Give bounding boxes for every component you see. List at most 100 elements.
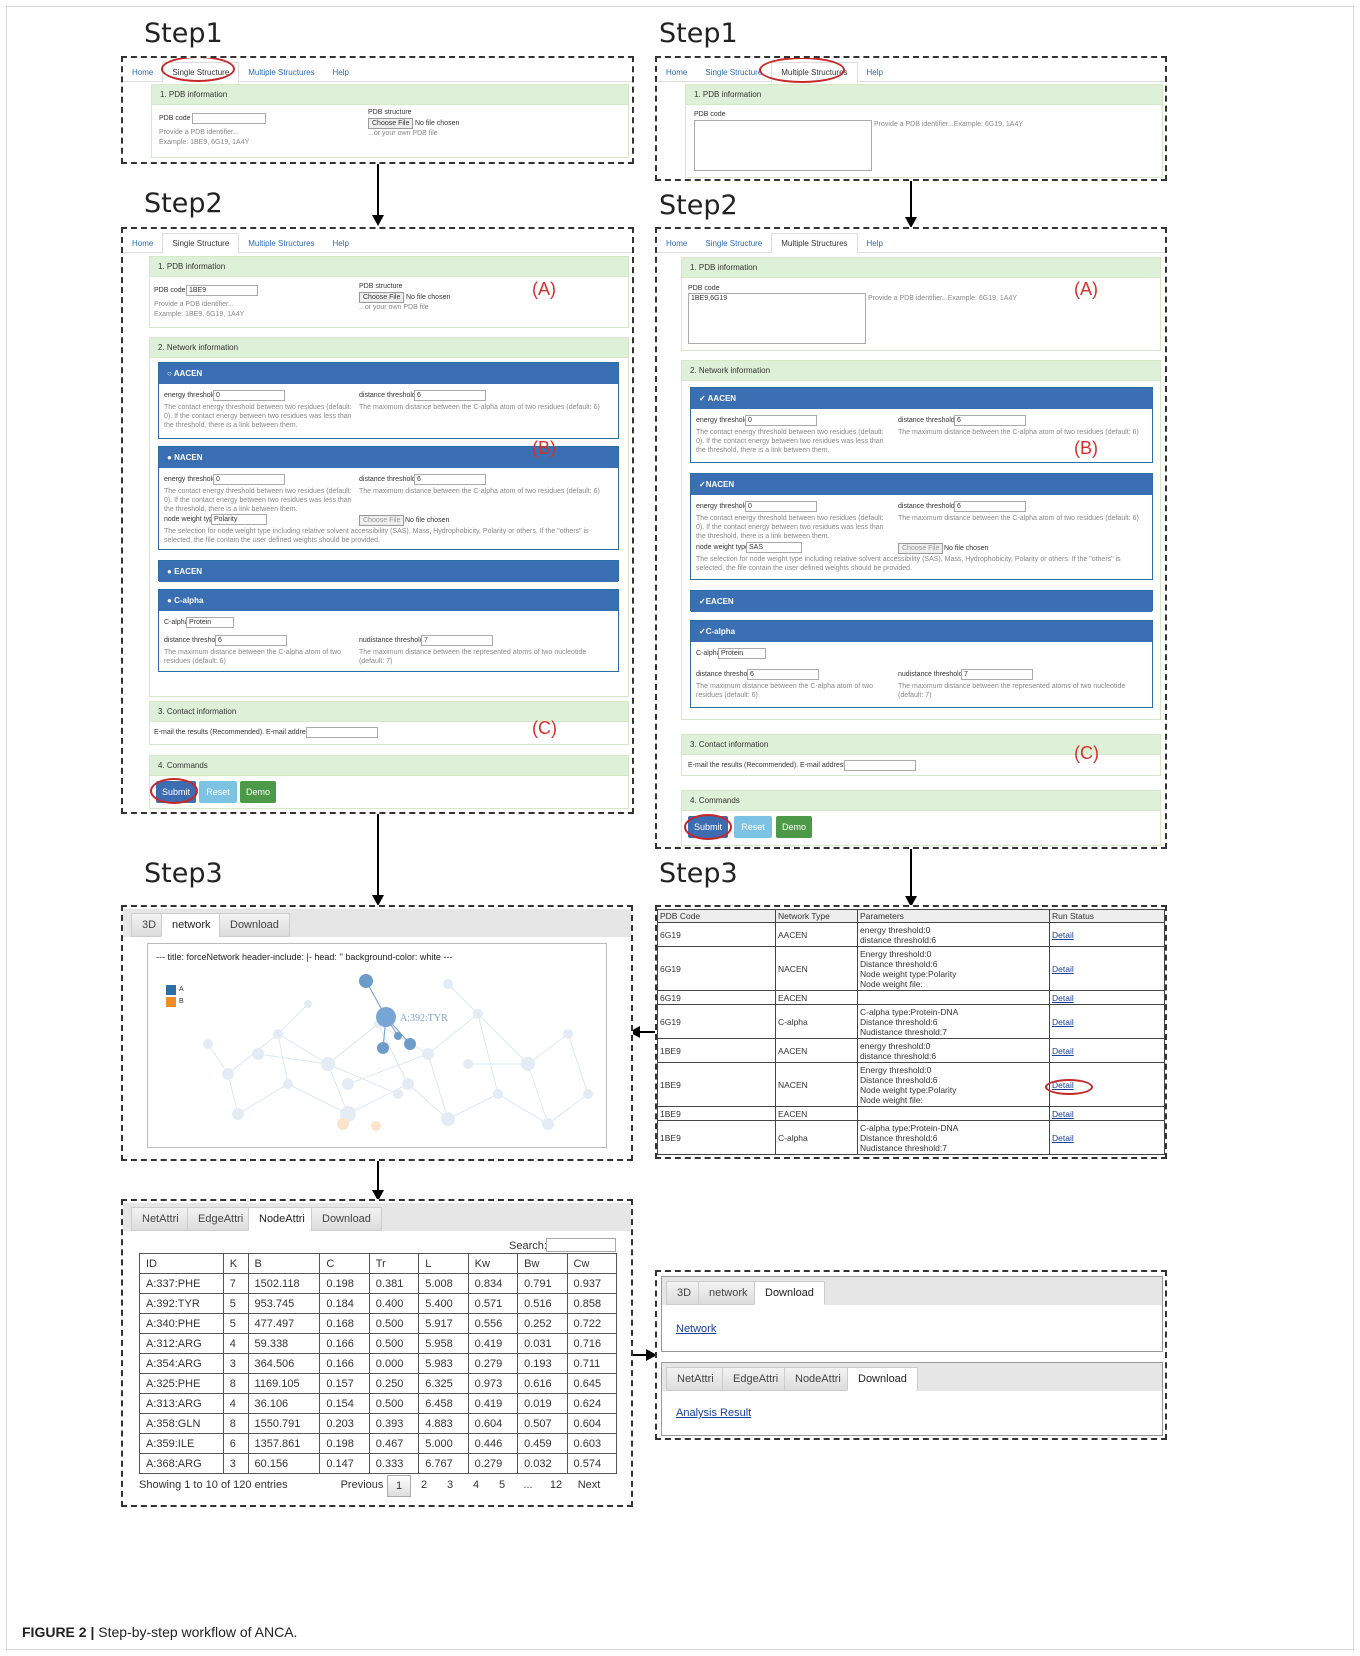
nudistance-input[interactable]: 7: [421, 635, 493, 646]
tab-network[interactable]: network: [161, 913, 222, 937]
column-header[interactable]: Cw: [566, 1253, 618, 1274]
table-cell: 5.917: [418, 1313, 469, 1334]
pagination-page[interactable]: 1: [387, 1475, 411, 1497]
column-header[interactable]: C: [319, 1253, 370, 1274]
tab-multiple-structures[interactable]: Multiple Structures: [239, 63, 323, 82]
tab-nodeattri[interactable]: NodeAttri: [784, 1367, 852, 1391]
node-weight-select[interactable]: Polarity: [211, 514, 267, 525]
eacen-header[interactable]: ✓EACEN: [691, 591, 1152, 612]
column-header[interactable]: ID: [139, 1253, 224, 1274]
tab-edgeattri[interactable]: EdgeAttri: [722, 1367, 790, 1391]
tab-netattri[interactable]: NetAttri: [666, 1367, 725, 1391]
calpha-header[interactable]: ● C-alpha: [159, 590, 618, 611]
tab-download[interactable]: Download: [847, 1367, 918, 1391]
aacen-header[interactable]: ✓ AACEN: [691, 388, 1152, 409]
tab-multiple-structures[interactable]: Multiple Structures: [239, 234, 323, 253]
energy-threshold-input[interactable]: 0: [745, 415, 817, 426]
column-header[interactable]: K: [222, 1253, 249, 1274]
tab-nodeattri[interactable]: NodeAttri: [248, 1207, 316, 1231]
pdb-hint: Provide a PDB identifier...Example: 6G19…: [868, 295, 1018, 302]
pagination-page[interactable]: 12: [541, 1475, 571, 1495]
detail-link[interactable]: Detail: [1052, 1133, 1074, 1143]
choose-file-button[interactable]: Choose File: [359, 515, 405, 526]
distance-threshold-input[interactable]: 6: [747, 669, 819, 680]
pagination-previous[interactable]: Previous: [337, 1475, 387, 1495]
table-cell: 4.883: [418, 1413, 469, 1434]
node-weight-select[interactable]: SAS: [746, 542, 802, 553]
calpha-type-select[interactable]: Protein: [186, 617, 234, 628]
table-cell: A:337:PHE: [139, 1273, 224, 1294]
tab-home[interactable]: Home: [657, 63, 696, 82]
tab-home[interactable]: Home: [123, 234, 162, 253]
choose-file-button[interactable]: Choose File: [898, 543, 944, 554]
table-row: A:325:PHE 8 1169.105 0.157 0.250 6.325 0.973 0.…: [139, 1373, 618, 1394]
column-header[interactable]: Tr: [368, 1253, 420, 1274]
table-row: A:354:ARG 3 364.506 0.166 0.000 5.983 0.279 0.1…: [139, 1353, 618, 1374]
column-header[interactable]: B: [247, 1253, 321, 1274]
pagination-page[interactable]: 5: [489, 1475, 515, 1495]
nudistance-input[interactable]: 7: [961, 669, 1033, 680]
detail-link[interactable]: Detail: [1052, 1109, 1074, 1119]
search-input[interactable]: [546, 1238, 616, 1252]
column-header[interactable]: Kw: [467, 1253, 519, 1274]
pdb-code-textarea[interactable]: [694, 120, 872, 171]
demo-button[interactable]: Demo: [240, 781, 276, 803]
energy-threshold-input[interactable]: 0: [213, 390, 285, 401]
tab-multiple-structures[interactable]: Multiple Structures: [771, 233, 858, 254]
eacen-header[interactable]: ● EACEN: [159, 561, 618, 582]
choose-file-button[interactable]: Choose File: [359, 292, 405, 303]
distance-threshold-input[interactable]: 6: [414, 474, 486, 485]
detail-link[interactable]: Detail: [1052, 1017, 1074, 1027]
calpha-header[interactable]: ✓C-alpha: [691, 621, 1152, 642]
detail-link[interactable]: Detail: [1052, 964, 1074, 974]
tab-home[interactable]: Home: [657, 234, 696, 253]
distance-threshold-input[interactable]: 6: [954, 501, 1026, 512]
email-input[interactable]: [306, 727, 378, 738]
detail-link[interactable]: Detail: [1052, 993, 1074, 1003]
analysis-result-link[interactable]: Analysis Result: [676, 1407, 751, 1419]
column-header[interactable]: L: [418, 1253, 469, 1274]
table-row: A:312:ARG 4 59.338 0.166 0.500 5.958 0.419 0.03…: [139, 1333, 618, 1354]
pdb-code-input[interactable]: 1BE9: [186, 285, 258, 296]
tab-edgeattri[interactable]: EdgeAttri: [187, 1207, 255, 1231]
pagination-page[interactable]: 4: [463, 1475, 489, 1495]
parameters-cell: C-alpha type:Protein-DNA Distance thresho…: [857, 1004, 1050, 1039]
tab-help[interactable]: Help: [324, 234, 358, 253]
reset-button[interactable]: Reset: [734, 816, 772, 838]
distance-threshold-input[interactable]: 6: [215, 635, 287, 646]
demo-button[interactable]: Demo: [776, 816, 812, 838]
column-header[interactable]: Bw: [517, 1253, 568, 1274]
tab-home[interactable]: Home: [123, 63, 162, 82]
network-download-link[interactable]: Network: [676, 1323, 716, 1335]
tab-single-structure[interactable]: Single Structure: [162, 233, 240, 254]
nacen-header[interactable]: ✓NACEN: [691, 474, 1152, 495]
detail-link[interactable]: Detail: [1052, 1046, 1074, 1056]
pagination-page[interactable]: 3: [437, 1475, 463, 1495]
pdb-code-input[interactable]: [192, 113, 266, 124]
energy-threshold-input[interactable]: 0: [745, 501, 817, 512]
tab-download[interactable]: Download: [219, 913, 290, 937]
pagination-page[interactable]: 2: [411, 1475, 437, 1495]
tab-help[interactable]: Help: [858, 234, 892, 253]
aacen-header[interactable]: ○ AACEN: [159, 363, 618, 384]
tab-download[interactable]: Download: [311, 1207, 382, 1231]
tab-download[interactable]: Download: [754, 1281, 825, 1305]
distance-threshold-input[interactable]: 6: [414, 390, 486, 401]
tab-3d[interactable]: 3D: [666, 1281, 703, 1305]
email-input[interactable]: [844, 760, 916, 771]
tab-netattri[interactable]: NetAttri: [131, 1207, 190, 1231]
tab-single-structure[interactable]: Single Structure: [696, 234, 771, 253]
reset-button[interactable]: Reset: [199, 781, 237, 803]
pagination-next[interactable]: Next: [571, 1475, 607, 1495]
parameters-cell: [857, 1106, 1050, 1121]
distance-threshold-input[interactable]: 6: [954, 415, 1026, 426]
pdb-code-textarea[interactable]: 1BE9,6G19: [688, 293, 866, 344]
tab-help[interactable]: Help: [324, 63, 358, 82]
calpha-type-select[interactable]: Protein: [718, 648, 766, 659]
detail-link[interactable]: Detail: [1052, 930, 1074, 940]
tab-network[interactable]: network: [698, 1281, 759, 1305]
energy-threshold-input[interactable]: 0: [213, 474, 285, 485]
network-canvas[interactable]: --- title: forceNetwork header-include: …: [147, 943, 607, 1148]
choose-file-button[interactable]: Choose File: [368, 118, 414, 129]
tab-help[interactable]: Help: [858, 63, 892, 82]
